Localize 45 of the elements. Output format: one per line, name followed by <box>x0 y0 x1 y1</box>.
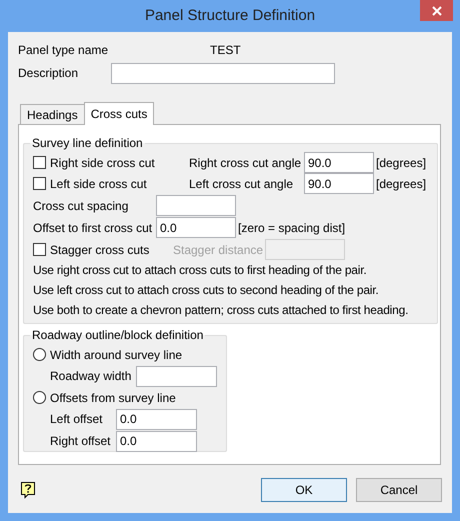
checkbox-label: Stagger cross cuts <box>50 242 150 258</box>
input-field[interactable]: 0.0 <box>116 430 197 452</box>
input-field[interactable]: 0.0 <box>156 217 236 238</box>
input-field[interactable] <box>111 62 335 84</box>
tab[interactable]: Headings <box>20 104 84 124</box>
help-text: Use right cross cut to attach cross cuts to first heading of the pair. <box>33 262 368 279</box>
field-label: Offset to first cross cut <box>33 220 154 236</box>
hint-text: [zero = spacing dist] <box>238 220 346 236</box>
field-label: Right cross cut angle <box>189 154 302 172</box>
dialog-button[interactable]: Cancel <box>356 478 442 502</box>
field-label: Stagger distance <box>173 242 264 258</box>
checkbox-label: Right side cross cut <box>50 154 155 172</box>
help-icon[interactable] <box>20 481 36 499</box>
unit-label: [degrees] <box>376 176 426 192</box>
close-icon <box>432 6 442 16</box>
dialog-button[interactable]: OK <box>261 478 347 502</box>
input-field[interactable]: 90.0 <box>304 173 374 194</box>
field-label: Description <box>18 65 80 82</box>
help-text: Use left cross cut to attach cross cuts to second heading of the pair. <box>33 282 380 299</box>
checkbox[interactable] <box>33 156 46 169</box>
radio-button[interactable] <box>33 391 46 404</box>
help-text: Use both to create a chevron pattern; cross cuts attached to first heading. <box>33 302 410 319</box>
input-field[interactable]: 90.0 <box>304 152 374 173</box>
tab[interactable]: Cross cuts <box>84 102 154 125</box>
group-title: Roadway outline/block definition <box>31 327 204 344</box>
group-title: Survey line definition <box>31 135 144 152</box>
close-button[interactable] <box>420 0 453 21</box>
input-field[interactable]: 0.0 <box>116 408 197 430</box>
field-label: Cross cut spacing <box>33 198 130 214</box>
radio-button[interactable] <box>33 348 46 361</box>
field-label: Left offset <box>50 411 104 428</box>
unit-label: [degrees] <box>376 154 426 172</box>
input-field[interactable] <box>136 366 217 386</box>
field-label: Panel type name <box>18 42 110 59</box>
radio-label: Offsets from survey line <box>50 390 176 406</box>
window-title: Panel Structure Definition <box>144 6 316 26</box>
field-value: TEST <box>210 42 241 59</box>
field-label: Roadway width <box>50 368 132 385</box>
checkbox[interactable] <box>33 243 46 256</box>
input-field[interactable] <box>156 195 236 216</box>
field-label: Right offset <box>50 433 112 450</box>
field-label: Left cross cut angle <box>189 176 294 192</box>
checkbox[interactable] <box>33 177 46 190</box>
checkbox-label: Left side cross cut <box>50 176 147 192</box>
radio-label: Width around survey line <box>50 346 182 364</box>
